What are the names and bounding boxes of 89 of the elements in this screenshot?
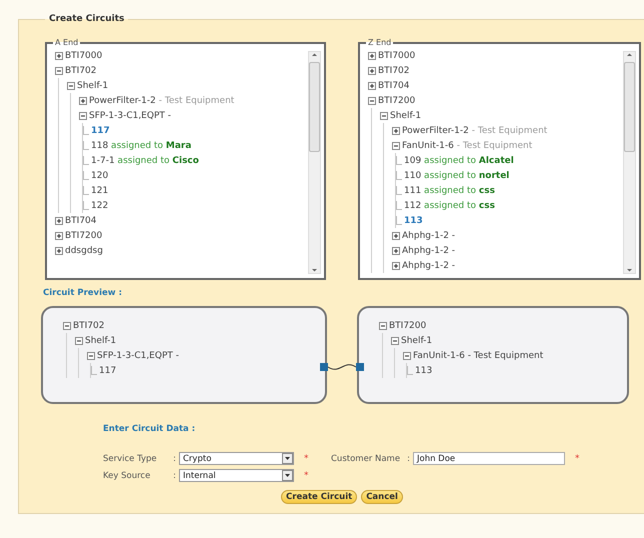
action-button[interactable]: Cancel — [361, 490, 403, 504]
field-separator: : — [406, 454, 411, 464]
expand-toggle-icon[interactable] — [368, 96, 376, 104]
tree-item[interactable]: Ahphg-1-2 - — [402, 230, 456, 240]
tree-item[interactable]: BTI704 — [65, 216, 97, 226]
field-label: Key Source — [103, 470, 152, 480]
tree-item[interactable]: BTI7200 — [378, 96, 416, 106]
tree-item[interactable]: 113 — [415, 366, 432, 376]
expand-toggle-icon[interactable] — [392, 232, 400, 240]
required-mark: * — [574, 454, 580, 464]
tree-item[interactable]: SFP-1-3-C1,EQPT - — [89, 110, 171, 120]
expand-toggle-icon[interactable] — [67, 82, 75, 90]
expand-toggle-icon[interactable] — [379, 322, 387, 330]
tree-item[interactable]: FanUnit-1-6 - Test Equipment — [413, 350, 544, 360]
required-mark: * — [303, 454, 310, 464]
expand-toggle-icon[interactable] — [55, 232, 63, 240]
tree-item[interactable]: 122 — [91, 200, 108, 210]
tree-item[interactable]: Ahphg-1-2 - — [402, 246, 456, 256]
expand-toggle-icon[interactable] — [403, 352, 411, 360]
field-separator: : — [172, 470, 177, 480]
scrollbar[interactable] — [308, 51, 321, 274]
tree-connector-icon — [91, 366, 97, 375]
tree-connector-icon — [407, 366, 413, 375]
tree-item[interactable]: Shelf-1 — [401, 336, 432, 346]
tree-item[interactable]: BTI7200 — [389, 320, 426, 330]
expand-toggle-icon[interactable] — [392, 262, 400, 270]
dropdown[interactable]: Internal — [179, 469, 294, 482]
tree-item[interactable]: Shelf-1 — [77, 80, 108, 90]
expand-toggle-icon[interactable] — [55, 216, 63, 224]
scroll-down-icon[interactable] — [311, 267, 318, 273]
scrollbar[interactable] — [623, 51, 636, 274]
expand-toggle-icon[interactable] — [380, 112, 388, 120]
field-label: Service Type — [103, 454, 158, 464]
tree-item[interactable]: FanUnit-1-6 - Test Equipment — [402, 140, 532, 150]
field-label: Customer Name — [331, 454, 402, 464]
section-title: Circuit Preview : — [43, 288, 123, 298]
tree-item[interactable]: ddsgdsg — [65, 246, 103, 256]
tree-item[interactable]: 120 — [91, 170, 108, 180]
tree-item[interactable]: PowerFilter-1-2 - Test Equipment — [402, 126, 548, 136]
panel-title: Z End — [367, 38, 392, 47]
tree-item[interactable]: 113 — [404, 216, 423, 226]
tree-item[interactable]: 1-7-1 assigned to Cisco — [91, 156, 199, 166]
tree-item[interactable]: PowerFilter-1-2 - Test Equipment — [89, 96, 234, 106]
tree-item[interactable]: 118 assigned to Mara — [91, 140, 192, 150]
expand-toggle-icon[interactable] — [87, 352, 95, 360]
section-title: Enter Circuit Data : — [103, 424, 196, 434]
tree-item[interactable]: BTI702 — [73, 320, 105, 330]
scroll-down-icon[interactable] — [626, 267, 633, 273]
tree-item[interactable]: BTI704 — [378, 80, 410, 90]
tree-item[interactable]: SFP-1-3-C1,EQPT - — [97, 350, 179, 360]
expand-toggle-icon[interactable] — [392, 126, 400, 134]
panel-title: A End — [54, 38, 80, 47]
connector-drawing — [320, 361, 364, 373]
expand-toggle-icon[interactable] — [79, 112, 87, 120]
expand-toggle-icon[interactable] — [75, 336, 83, 344]
expand-toggle-icon[interactable] — [391, 336, 399, 344]
expand-toggle-icon[interactable] — [368, 82, 376, 90]
action-button[interactable]: Create Circuit — [281, 490, 358, 504]
expand-toggle-icon[interactable] — [392, 246, 400, 254]
tree-item[interactable]: BTI702 — [65, 66, 97, 76]
expand-toggle-icon[interactable] — [63, 322, 71, 330]
tree-item[interactable]: BTI7000 — [65, 50, 102, 60]
expand-toggle-icon[interactable] — [79, 96, 87, 104]
input-field[interactable]: John Doe — [413, 452, 565, 465]
expand-toggle-icon[interactable] — [368, 52, 376, 60]
expand-toggle-icon[interactable] — [55, 66, 63, 74]
required-mark: * — [303, 470, 310, 480]
field-separator: : — [172, 454, 177, 464]
tree-item[interactable]: 112 assigned to css — [404, 200, 495, 210]
tree-item[interactable]: 109 assigned to Alcatel — [404, 156, 514, 166]
tree-item[interactable]: BTI7200 — [65, 230, 102, 240]
tree-item[interactable]: Ahphg-1-2 - — [402, 260, 456, 270]
scroll-up-icon[interactable] — [311, 52, 318, 58]
tree-item[interactable]: BTI7000 — [378, 50, 416, 60]
tree-item[interactable]: 110 assigned to nortel — [404, 170, 510, 180]
expand-toggle-icon[interactable] — [392, 142, 400, 150]
expand-toggle-icon[interactable] — [368, 66, 376, 74]
expand-toggle-icon[interactable] — [55, 52, 63, 60]
dropdown[interactable]: Crypto — [179, 452, 294, 465]
tree-item[interactable]: 117 — [99, 366, 116, 376]
expand-toggle-icon[interactable] — [55, 246, 63, 254]
tree-item[interactable]: BTI702 — [378, 66, 410, 76]
tree-item[interactable]: 111 assigned to css — [404, 186, 495, 196]
tree-item[interactable]: Shelf-1 — [85, 336, 116, 346]
tree-item[interactable]: Shelf-1 — [390, 110, 422, 120]
panel-title: Create Circuits — [48, 14, 126, 24]
scroll-up-icon[interactable] — [626, 52, 633, 58]
tree-item[interactable]: 117 — [91, 126, 110, 136]
tree-item[interactable]: 121 — [91, 186, 108, 196]
